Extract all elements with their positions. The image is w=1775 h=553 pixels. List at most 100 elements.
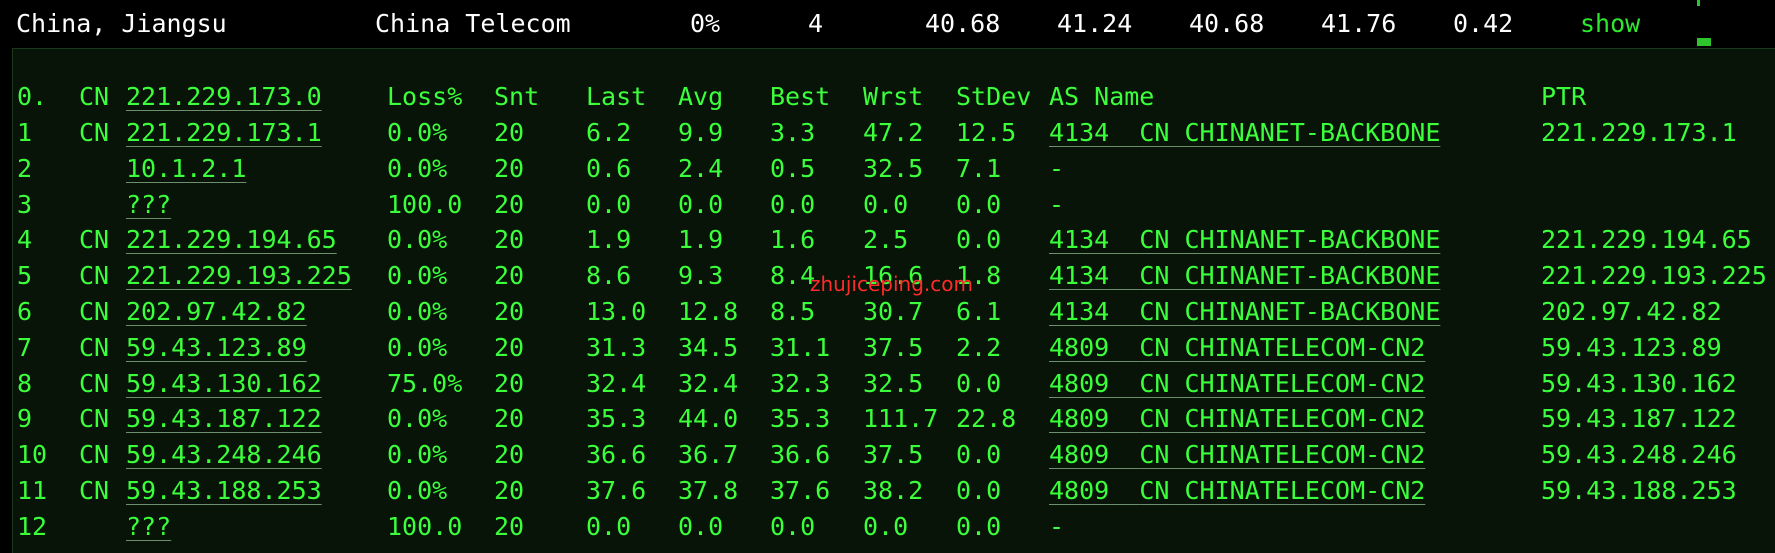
hop-last: 36.6 — [586, 440, 647, 470]
hop-ptr: 59.43.187.122 — [1541, 404, 1737, 434]
hop-avg: 12.8 — [678, 297, 739, 326]
hop-host-link[interactable]: 59.43.123.89 — [126, 330, 307, 366]
hop-index: 10 — [17, 440, 48, 470]
hop-stdev: 0.0 — [956, 368, 1002, 398]
hop-wrst: 37.5 — [863, 332, 924, 362]
hop-as-link[interactable]: 4809 CN CHINATELECOM-CN2 — [1049, 401, 1425, 437]
hop-index: 6 — [17, 297, 33, 326]
header-asname: AS Name — [1049, 82, 1155, 111]
hop-as-country: CN — [1139, 332, 1170, 362]
header-index: 0. — [17, 82, 48, 111]
hop-loss: 100.0 — [387, 511, 463, 541]
hop-country: CN — [79, 476, 110, 505]
hop-stdev: 0.0 — [956, 440, 1002, 470]
hop-as-link[interactable]: 4809 CN CHINATELECOM-CN2 — [1049, 473, 1425, 509]
hop-as-name: CHINATELECOM-CN2 — [1184, 332, 1426, 362]
show-link[interactable]: show — [1580, 0, 1640, 48]
hop-snt: 20 — [494, 261, 525, 291]
hop-as-link: - — [1049, 151, 1064, 187]
hop-as-name: CHINANET-BACKBONE — [1184, 118, 1441, 147]
hop-stdev: 0.0 — [956, 476, 1002, 505]
hop-as-country: CN — [1139, 476, 1170, 505]
hop-stdev: 0.0 — [956, 511, 1002, 541]
hop-snt: 20 — [494, 440, 525, 470]
hop-snt: 20 — [494, 225, 525, 255]
hop-as-link[interactable]: 4134 CN CHINANET-BACKBONE — [1049, 222, 1440, 258]
hop-stdev: 12.5 — [956, 118, 1017, 147]
hop-stdev: 22.8 — [956, 404, 1017, 434]
hop-as-link[interactable]: 4809 CN CHINATELECOM-CN2 — [1049, 366, 1425, 402]
hop-host-link[interactable]: 59.43.248.246 — [126, 437, 322, 473]
hop-as-name: CHINANET-BACKBONE — [1184, 225, 1441, 255]
hop-index: 8 — [17, 368, 33, 398]
hop-last: 32.4 — [586, 368, 647, 398]
hop-best: 32.3 — [770, 368, 831, 398]
hop-best: 3.3 — [770, 118, 816, 147]
hop-as-link[interactable]: 4134 CN CHINANET-BACKBONE — [1049, 258, 1440, 294]
hop-best: 0.0 — [770, 511, 816, 541]
summary-v4: 41.76 — [1321, 9, 1397, 38]
summary-row: China, Jiangsu China Telecom 0% 4 40.68 … — [0, 0, 1775, 48]
hop-snt: 20 — [494, 404, 525, 434]
hop-as-link[interactable]: 4809 CN CHINATELECOM-CN2 — [1049, 437, 1425, 473]
hop-loss: 0.0% — [387, 118, 448, 147]
hop-host-link[interactable]: 59.43.188.253 — [126, 473, 322, 509]
hop-last: 0.6 — [586, 153, 632, 183]
hop-best: 8.5 — [770, 297, 816, 326]
hop-ptr: 59.43.248.246 — [1541, 440, 1737, 470]
hop-last: 0.0 — [586, 189, 632, 219]
hop-ptr: 221.229.194.65 — [1541, 225, 1752, 255]
hop-as-number: 4809 — [1049, 332, 1110, 362]
hop-as-link[interactable]: 4134 CN CHINANET-BACKBONE — [1049, 115, 1440, 151]
hop-as-number: 4809 — [1049, 440, 1110, 470]
hop-stdev: 7.1 — [956, 153, 1002, 183]
hop-loss: 0.0% — [387, 153, 448, 183]
hop-host-link[interactable]: 10.1.2.1 — [126, 151, 246, 187]
hop-host-link[interactable]: 221.229.193.225 — [126, 258, 352, 294]
hop-host-link[interactable]: 221.229.194.65 — [126, 222, 337, 258]
hop-wrst: 37.5 — [863, 440, 924, 470]
hop-best: 37.6 — [770, 476, 831, 505]
hop-loss: 0.0% — [387, 332, 448, 362]
hop-host-link[interactable]: 221.229.173.1 — [126, 115, 322, 151]
hop-country: CN — [79, 332, 110, 362]
header-host-link[interactable]: 221.229.173.0 — [126, 79, 322, 115]
hop-index: 4 — [17, 225, 33, 255]
hop-snt: 20 — [494, 511, 525, 541]
hop-last: 13.0 — [586, 297, 647, 326]
hop-best: 35.3 — [770, 404, 831, 434]
hop-as-country: CN — [1139, 297, 1170, 326]
summary-v3: 40.68 — [1189, 9, 1265, 38]
hop-host-link[interactable]: 59.43.130.162 — [126, 366, 322, 402]
hop-as-link[interactable]: 4809 CN CHINATELECOM-CN2 — [1049, 330, 1425, 366]
hop-stdev: 0.0 — [956, 225, 1002, 255]
hop-ptr: 221.229.193.225 — [1541, 261, 1767, 291]
hop-host-link[interactable]: 59.43.187.122 — [126, 401, 322, 437]
hop-as-name: CHINATELECOM-CN2 — [1184, 404, 1426, 434]
hop-as-name: CHINATELECOM-CN2 — [1184, 476, 1426, 505]
hop-as-link[interactable]: 4134 CN CHINANET-BACKBONE — [1049, 294, 1440, 330]
hop-country: CN — [79, 440, 110, 470]
header-last: Last — [586, 82, 647, 111]
watermark: zhujiceping.com — [810, 272, 973, 296]
hop-snt: 20 — [494, 476, 525, 505]
hop-last: 1.9 — [586, 225, 632, 255]
hop-avg: 0.0 — [678, 511, 724, 541]
header-stdev: StDev — [956, 82, 1032, 111]
summary-location: China, Jiangsu — [16, 9, 227, 38]
hop-host-link[interactable]: ??? — [126, 187, 171, 223]
header-snt: Snt — [494, 82, 540, 111]
hop-host-link[interactable]: ??? — [126, 509, 171, 545]
hop-ptr: 59.43.123.89 — [1541, 332, 1722, 362]
hop-as-number: 4134 — [1049, 261, 1110, 291]
hop-as-country: CN — [1139, 440, 1170, 470]
hop-host-link[interactable]: 202.97.42.82 — [126, 294, 307, 330]
hop-stdev: 2.2 — [956, 332, 1002, 362]
hop-avg: 1.9 — [678, 225, 724, 255]
hop-stdev: 0.0 — [956, 189, 1002, 219]
summary-loss: 0% — [690, 9, 721, 38]
hop-ptr: 59.43.130.162 — [1541, 368, 1737, 398]
hop-snt: 20 — [494, 118, 525, 147]
hop-avg: 9.3 — [678, 261, 724, 291]
table-header: 0. CN 221.229.173.0 Loss% Snt Last Avg B… — [13, 79, 1586, 115]
